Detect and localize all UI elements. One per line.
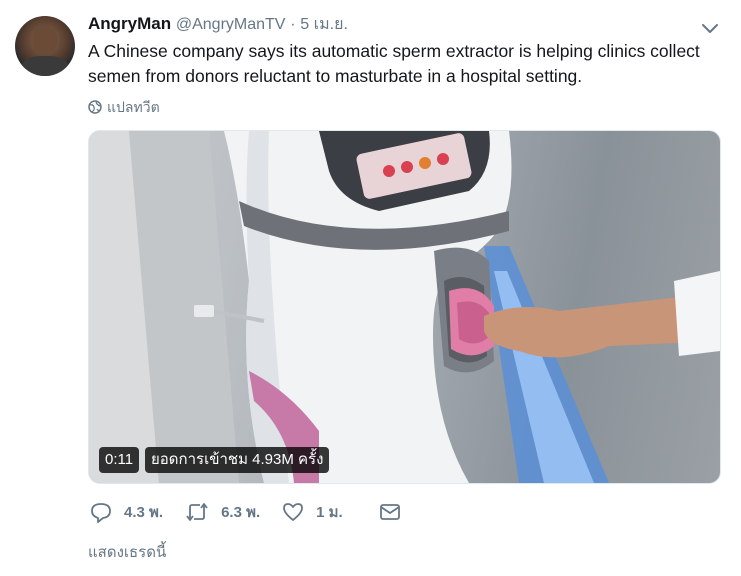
header-separator: · bbox=[290, 16, 296, 33]
author-handle[interactable]: @AngryManTV bbox=[176, 16, 286, 33]
avatar[interactable] bbox=[15, 16, 75, 76]
direct-message-button[interactable] bbox=[379, 501, 401, 523]
reply-icon bbox=[90, 501, 112, 523]
retweet-button[interactable]: 6.3 พ. bbox=[185, 500, 260, 524]
tweet-date[interactable]: 5 เม.ย. bbox=[300, 16, 348, 33]
show-thread-link[interactable]: แสดงเธรดนี้ bbox=[88, 540, 166, 564]
reply-button[interactable]: 4.3 พ. bbox=[90, 500, 163, 524]
avatar-face bbox=[33, 26, 57, 54]
video-views-badge: ยอดการเข้าชม 4.93M ครั้ง bbox=[145, 447, 330, 473]
translate-tweet-button[interactable]: แปลทวีต bbox=[88, 97, 160, 119]
tweet-actions: 4.3 พ. 6.3 พ. 1 ม. bbox=[90, 500, 401, 524]
reply-count: 4.3 พ. bbox=[124, 504, 164, 521]
globe-icon bbox=[88, 99, 102, 117]
retweet-icon bbox=[185, 501, 209, 523]
author-name[interactable]: AngryMan bbox=[88, 14, 171, 33]
like-button[interactable]: 1 ม. bbox=[282, 500, 343, 524]
avatar-shirt bbox=[21, 56, 69, 76]
tweet-card[interactable]: AngryMan @AngryManTV · 5 เม.ย. A Chinese… bbox=[0, 0, 741, 576]
heart-icon bbox=[282, 501, 304, 523]
like-count: 1 ม. bbox=[316, 504, 343, 521]
tweet-header: AngryMan @AngryManTV · 5 เม.ย. bbox=[88, 13, 348, 36]
video-duration-badge: 0:11 bbox=[99, 447, 140, 473]
video-frame bbox=[89, 131, 720, 483]
video-player[interactable]: 0:11 ยอดการเข้าชม 4.93M ครั้ง bbox=[88, 130, 721, 484]
retweet-count: 6.3 พ. bbox=[221, 504, 261, 521]
chevron-down-icon[interactable] bbox=[699, 17, 721, 39]
translate-label: แปลทวีต bbox=[107, 99, 160, 115]
envelope-icon bbox=[379, 501, 401, 523]
tweet-text: A Chinese company says its automatic spe… bbox=[88, 41, 700, 86]
